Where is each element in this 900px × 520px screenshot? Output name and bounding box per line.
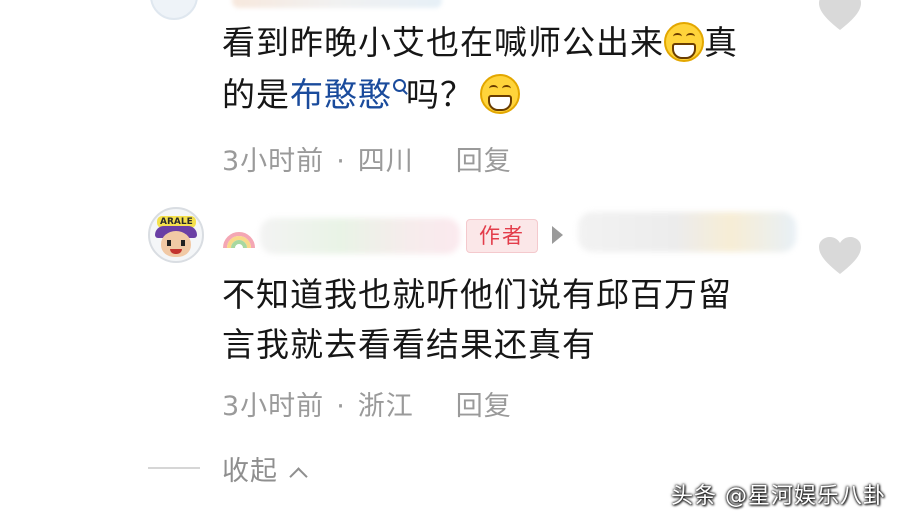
- rainbow-icon: [223, 232, 255, 249]
- comment-text: 的是: [222, 75, 290, 114]
- author-badge: 作者: [466, 219, 538, 253]
- collapse-button[interactable]: 收起: [222, 449, 308, 488]
- comment-meta: 3小时前 · 浙江 回复: [222, 384, 512, 423]
- comment-location: 浙江: [357, 391, 414, 422]
- comment-text: 看到昨晚小艾也在喊师公出来: [222, 23, 664, 62]
- comment-body: 不知道我也就听他们说有邱百万留 言我就去看看结果还真有: [222, 272, 812, 368]
- avatar[interactable]: ARALE: [148, 207, 204, 263]
- reply-button[interactable]: 回复: [456, 146, 512, 177]
- collapse-label: 收起: [222, 456, 278, 487]
- watermark: 头条 @星河娱乐八卦: [671, 484, 886, 509]
- comment-text: 不知道我也就听他们说有邱百万留: [222, 275, 732, 314]
- reply-button[interactable]: 回复: [456, 391, 512, 422]
- like-heart-icon[interactable]: [818, 236, 862, 276]
- meta-separator: ·: [336, 146, 346, 177]
- mention-link[interactable]: 布憨憨: [290, 75, 392, 114]
- comment-text: 真: [704, 23, 738, 62]
- like-heart-icon[interactable]: [818, 0, 862, 32]
- search-icon[interactable]: [393, 79, 406, 92]
- comment-location: 四川: [357, 146, 414, 177]
- reply-to-arrow-icon: [552, 226, 563, 244]
- comment-time: 3小时前: [222, 391, 325, 422]
- grin-emoji-icon: [664, 22, 704, 62]
- username-blurred[interactable]: [260, 218, 460, 254]
- comment-time: 3小时前: [222, 146, 325, 177]
- previous-avatar[interactable]: [150, 0, 198, 20]
- previous-username-blurred: [232, 0, 442, 8]
- grin-emoji-icon: [480, 74, 520, 114]
- comment-text: 吗？: [406, 75, 474, 114]
- comment-body: 看到昨晚小艾也在喊师公出来 真 的是布憨憨 吗？: [222, 20, 812, 118]
- meta-separator: ·: [336, 391, 346, 422]
- comment-meta: 3小时前 · 四川 回复: [222, 139, 512, 178]
- comment-text: 言我就去看看结果还真有: [222, 325, 596, 364]
- reply-target-blurred[interactable]: [578, 212, 796, 252]
- chevron-up-icon: [289, 467, 308, 486]
- collapse-divider: [148, 467, 200, 469]
